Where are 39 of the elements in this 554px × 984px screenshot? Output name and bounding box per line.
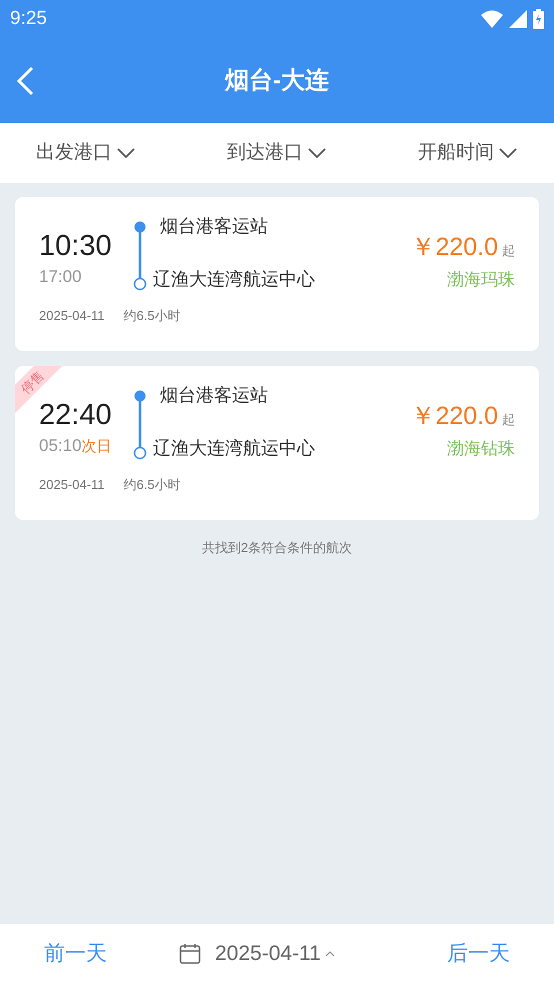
route-line-icon xyxy=(133,390,147,460)
battery-icon xyxy=(533,9,544,29)
page-title: 烟台-大连 xyxy=(225,66,329,96)
departure-port: 烟台港客运站 xyxy=(160,384,269,407)
duration: 约6.5小时 xyxy=(124,307,181,325)
trip-card[interactable]: 10:30 17:00 烟台港客运站 辽渔大连湾航运中心 ￥220.0 起 渤海玛珠 2025-04-11 约6.5小时 xyxy=(15,197,539,351)
filter-dropdown[interactable]: 开船时间 xyxy=(418,138,518,168)
sailing-date: 2025-04-11 xyxy=(39,307,105,325)
calendar-icon xyxy=(179,943,201,965)
trip-card[interactable]: 停售 22:40 05:10次日 烟台港客运站 辽渔大连湾航运中心 ￥220.0 起 渤海钻珠 2025-04-11 约6.5小时 xyxy=(15,366,539,520)
sailing-date: 2025-04-11 xyxy=(39,476,105,494)
departure-time: 22:40 xyxy=(39,398,113,433)
price-suffix: 起 xyxy=(502,411,515,429)
filter-dropdown[interactable]: 到达港口 xyxy=(227,138,327,168)
wifi-icon xyxy=(481,10,503,28)
arrival-time: 05:10 xyxy=(39,435,82,458)
ship-name: 渤海钻珠 xyxy=(447,438,515,460)
price: ￥220.0 xyxy=(410,401,498,432)
price: ￥220.0 xyxy=(410,232,498,263)
arrival-port: 辽渔大连湾航运中心 xyxy=(153,268,315,291)
chevron-down-icon xyxy=(498,147,518,159)
status-time: 9:25 xyxy=(10,6,47,31)
arrival-time: 17:00 xyxy=(39,266,82,288)
arrival-port: 辽渔大连湾航运中心 xyxy=(153,437,315,460)
duration: 约6.5小时 xyxy=(124,476,181,494)
ship-name: 渤海玛珠 xyxy=(447,268,515,290)
date-picker[interactable]: 2025-04-11 xyxy=(179,938,335,970)
result-summary: 共找到2条符合条件的航次 xyxy=(200,539,354,557)
route-line-icon xyxy=(133,221,147,291)
chevron-down-icon xyxy=(116,147,136,159)
departure-time: 10:30 xyxy=(39,229,113,264)
departure-port: 烟台港客运站 xyxy=(160,215,269,238)
next-day-tag: 次日 xyxy=(82,436,112,459)
signal-icon xyxy=(509,10,527,28)
stop-sale-label: 停售 xyxy=(18,368,46,396)
price-suffix: 起 xyxy=(502,242,515,260)
caret-up-icon xyxy=(324,951,335,957)
chevron-down-icon xyxy=(307,147,327,159)
filter-dropdown[interactable]: 出发港口 xyxy=(36,138,136,168)
